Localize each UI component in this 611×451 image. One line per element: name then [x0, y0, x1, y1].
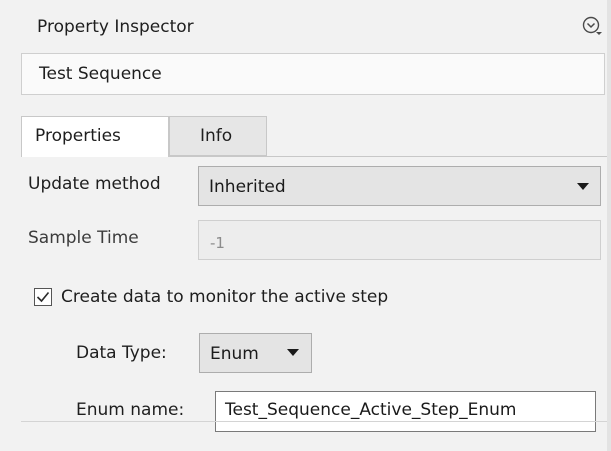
update-method-label: Update method — [28, 174, 161, 194]
sample-time-field: -1 — [198, 220, 601, 260]
dropdown-arrow-icon — [577, 183, 589, 190]
block-name: Test Sequence — [39, 64, 162, 84]
panel-bottom-divider — [21, 421, 607, 422]
property-inspector-panel: Property Inspector Test Sequence Propert… — [0, 0, 611, 451]
sample-time-value: -1 — [210, 234, 225, 252]
monitor-active-step-label[interactable]: Create data to monitor the active step — [61, 287, 388, 307]
panel-title: Property Inspector — [37, 17, 194, 37]
data-type-value: Enum — [210, 344, 259, 364]
panel-header: Property Inspector — [0, 0, 607, 52]
update-method-value: Inherited — [209, 177, 286, 197]
chevron-down-circle-icon[interactable] — [582, 16, 604, 38]
tab-label: Info — [200, 126, 233, 146]
enum-name-value: Test_Sequence_Active_Step_Enum — [225, 400, 517, 420]
block-name-bar: Test Sequence — [21, 53, 605, 95]
tab-info[interactable]: Info — [169, 116, 267, 156]
panel-right-edge — [607, 0, 611, 451]
enum-name-input[interactable]: Test_Sequence_Active_Step_Enum — [215, 391, 596, 432]
tab-strip: Properties Info — [21, 116, 607, 157]
checkmark-icon — [36, 291, 50, 303]
update-method-dropdown[interactable]: Inherited — [198, 166, 601, 206]
dropdown-arrow-icon — [287, 349, 299, 356]
enum-name-label: Enum name: — [76, 400, 185, 420]
tab-label: Properties — [35, 126, 121, 146]
sample-time-label: Sample Time — [28, 228, 139, 248]
data-type-dropdown[interactable]: Enum — [199, 333, 312, 373]
tab-properties[interactable]: Properties — [21, 116, 169, 157]
monitor-active-step-checkbox[interactable] — [34, 288, 52, 306]
data-type-label: Data Type: — [76, 343, 167, 363]
